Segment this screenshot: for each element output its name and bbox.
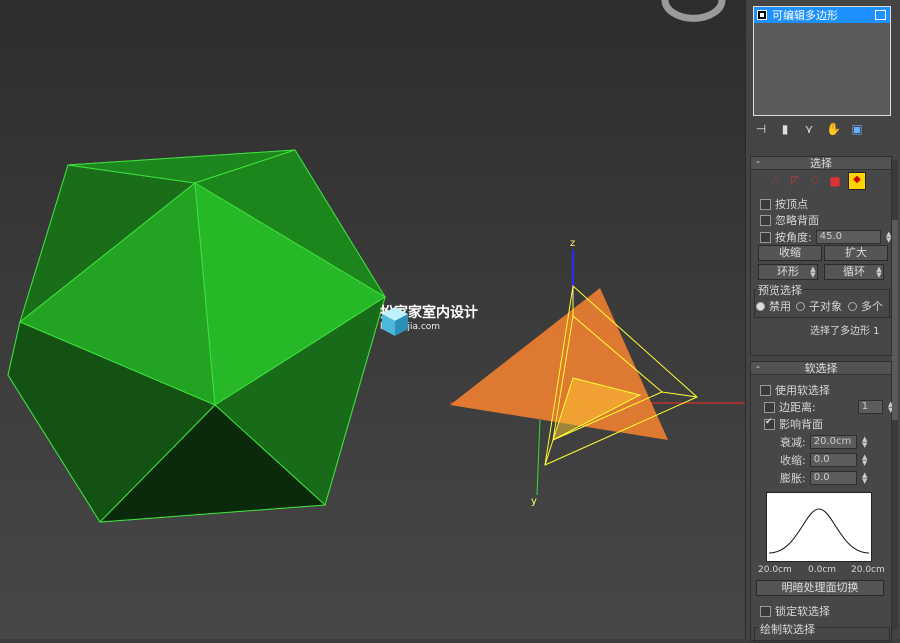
preview-multi-row[interactable]: 多个: [848, 298, 883, 314]
preview-multi-label: 多个: [861, 300, 883, 313]
preview-sub-label: 子对象: [809, 300, 842, 313]
use-soft-checkbox[interactable]: [760, 384, 771, 396]
edge-distance-checkbox[interactable]: [764, 401, 775, 413]
ignore-backface-row[interactable]: 忽略背面: [760, 212, 819, 228]
collapse-icon: -: [756, 360, 760, 373]
object-box-icon: [875, 10, 886, 20]
lock-soft-row[interactable]: 锁定软选择: [760, 603, 830, 619]
command-panel: 可编辑多边形 ⊣ ▮ ⋎ ✋ ▣ - 选择 ∴ ◸ ◌ ■ ◆ 按顶点 忽略背面…: [745, 0, 900, 643]
preview-off-label: 禁用: [769, 300, 791, 313]
edge-level-icon[interactable]: ◸: [788, 174, 802, 188]
viewport[interactable]: z y 扮家家室内设计 banjiajia.com: [0, 0, 745, 639]
soft-selection-header[interactable]: - 软选择: [751, 360, 891, 375]
modifier-item-editable-poly[interactable]: 可编辑多边形: [754, 7, 890, 23]
make-unique-icon[interactable]: ⋎: [802, 122, 816, 136]
preview-multi-radio[interactable]: [848, 301, 857, 311]
preview-off-radio[interactable]: [756, 301, 765, 311]
pinch-row: 收缩: 0.0 ▲ ▼: [780, 452, 869, 468]
curve-mid-label: 0.0cm: [808, 565, 837, 575]
show-end-result-icon[interactable]: ▮: [778, 122, 792, 136]
ring-spinner-icon[interactable]: ▲ ▼: [809, 266, 817, 279]
preview-off-row[interactable]: 禁用: [756, 298, 791, 314]
falloff-row: 衰减: 20.0cm ▲ ▼: [780, 434, 869, 450]
edge-distance-row: 边距离: 1 ▲ ▼: [764, 399, 895, 415]
soft-selection-title: 软选择: [804, 362, 838, 375]
by-vertex-checkbox[interactable]: [760, 198, 771, 210]
pin-stack-icon[interactable]: ⊣: [754, 122, 768, 136]
bubble-row: 膨胀: 0.0 ▲ ▼: [780, 470, 869, 486]
grow-button[interactable]: 扩大: [824, 245, 888, 261]
falloff-curve-graph: [768, 508, 870, 554]
affect-backface-row[interactable]: 影响背面: [764, 416, 823, 432]
pinch-input[interactable]: 0.0: [809, 453, 857, 467]
collapse-icon: -: [756, 155, 760, 168]
expand-icon[interactable]: [757, 10, 767, 20]
selected-triangle: [450, 288, 668, 440]
paint-soft-title: 绘制软选择: [758, 621, 817, 637]
use-soft-row[interactable]: 使用软选择: [760, 382, 830, 398]
pinch-label: 收缩:: [780, 454, 806, 467]
viewcube-ring-icon: [661, 0, 726, 22]
watermark: 扮家家室内设计 banjiajia.com: [380, 305, 478, 336]
logo-cube-icon: [382, 307, 408, 336]
lock-soft-label: 锁定软选择: [775, 605, 830, 618]
curve-right-label: 20.0cm: [851, 565, 885, 575]
selection-title: 选择: [810, 157, 832, 170]
z-axis-label: z: [570, 238, 575, 249]
modifier-item-label: 可编辑多边形: [772, 9, 838, 22]
configure-sets-icon[interactable]: ▣: [850, 122, 864, 136]
preview-selection-title: 预览选择: [756, 282, 804, 298]
vertex-level-icon[interactable]: ∴: [768, 174, 782, 188]
y-axis-line: [536, 419, 541, 496]
lock-soft-checkbox[interactable]: [760, 605, 771, 617]
icosahedron-mesh: [7, 149, 386, 523]
preview-sub-row[interactable]: 子对象: [796, 298, 842, 314]
bubble-label: 膨胀:: [780, 472, 806, 485]
stack-toolbar: ⊣ ▮ ⋎ ✋ ▣: [754, 122, 864, 136]
by-angle-checkbox[interactable]: [760, 231, 771, 243]
loop-spinner-icon[interactable]: ▲ ▼: [875, 266, 883, 279]
by-vertex-label: 按顶点: [775, 198, 808, 211]
curve-left-label: 20.0cm: [758, 565, 792, 575]
edge-distance-label: 边距离:: [779, 401, 816, 414]
selection-status: 选择了多边形 1: [810, 326, 880, 337]
edge-distance-input[interactable]: 1: [857, 400, 883, 414]
modifier-stack[interactable]: 可编辑多边形: [753, 6, 891, 116]
panel-scrollbar[interactable]: [892, 160, 898, 630]
panel-scroll-thumb[interactable]: [892, 220, 898, 420]
y-axis-label: y: [531, 496, 537, 507]
preview-sub-radio[interactable]: [796, 301, 805, 311]
remove-modifier-icon[interactable]: ✋: [826, 122, 841, 136]
by-vertex-row[interactable]: 按顶点: [760, 196, 808, 212]
affect-backface-label: 影响背面: [779, 418, 823, 431]
affect-backface-checkbox[interactable]: [764, 417, 775, 430]
ignore-backface-checkbox[interactable]: [760, 214, 771, 226]
selection-rollout-header[interactable]: - 选择: [751, 155, 891, 170]
use-soft-label: 使用软选择: [775, 384, 830, 397]
scene-canvas: z y: [7, 0, 745, 523]
element-level-icon[interactable]: ◆: [848, 172, 866, 190]
falloff-input[interactable]: 20.0cm: [809, 435, 857, 449]
subobject-level-bar: ∴ ◸ ◌ ■ ◆: [768, 172, 866, 190]
shaded-face-toggle-button[interactable]: 明暗处理面切换: [756, 580, 884, 596]
falloff-spinner-icon[interactable]: ▲ ▼: [861, 436, 869, 449]
falloff-label: 衰减:: [780, 436, 806, 449]
border-level-icon[interactable]: ◌: [808, 174, 822, 188]
falloff-curve: [766, 492, 872, 562]
shrink-button[interactable]: 收缩: [758, 245, 822, 261]
polygon-level-icon[interactable]: ■: [828, 174, 842, 188]
ignore-backface-label: 忽略背面: [775, 214, 819, 227]
angle-input[interactable]: 45.0: [815, 230, 881, 244]
bubble-spinner-icon[interactable]: ▲ ▼: [861, 472, 869, 485]
bubble-input[interactable]: 0.0: [809, 471, 857, 485]
by-angle-row: 按角度: 45.0 ▲ ▼: [760, 229, 893, 245]
by-angle-label: 按角度:: [775, 231, 812, 244]
pinch-spinner-icon[interactable]: ▲ ▼: [861, 454, 869, 467]
